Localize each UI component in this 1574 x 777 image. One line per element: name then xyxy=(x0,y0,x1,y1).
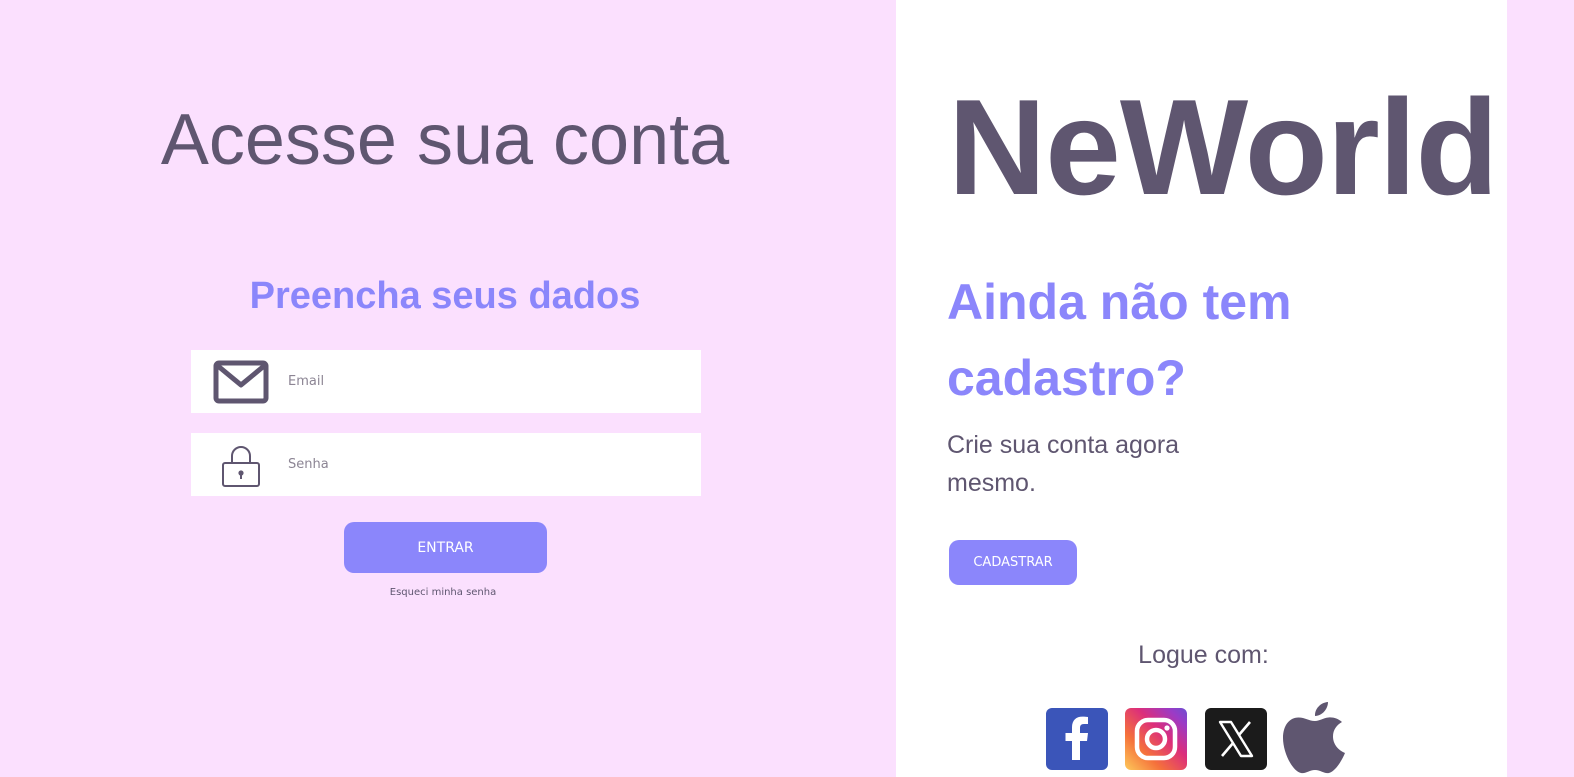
login-subtitle: Preencha seus dados xyxy=(249,275,641,317)
login-panel: Acesse sua conta Preencha seus dados Ema… xyxy=(0,0,896,777)
password-field[interactable] xyxy=(191,433,701,496)
register-title: Ainda não tem cadastro? xyxy=(947,274,1292,406)
forgot-password-link[interactable]: Esqueci minha senha xyxy=(0,587,886,598)
right-background-strip xyxy=(1507,0,1574,777)
enter-button[interactable]: ENTRAR xyxy=(344,522,547,573)
password-input[interactable] xyxy=(288,433,688,496)
brand-title: NeWorld xyxy=(948,71,1499,223)
x-icon[interactable] xyxy=(1205,708,1267,770)
facebook-icon[interactable] xyxy=(1046,708,1108,770)
envelope-icon xyxy=(211,358,271,406)
lock-icon xyxy=(211,441,271,489)
register-button[interactable]: CADASTRAR xyxy=(949,540,1077,585)
email-field[interactable] xyxy=(191,350,701,413)
login-with-label: Logue com: xyxy=(1138,641,1269,669)
register-text: Crie sua conta agora mesmo. xyxy=(947,431,1180,497)
register-panel: NeWorld Ainda não tem cadastro? Crie sua… xyxy=(896,0,1507,777)
email-input[interactable] xyxy=(288,350,688,413)
login-title: Acesse sua conta xyxy=(160,100,730,180)
page: Acesse sua conta Preencha seus dados Ema… xyxy=(0,0,1574,777)
instagram-icon[interactable] xyxy=(1125,708,1187,770)
apple-icon[interactable] xyxy=(1282,699,1348,777)
